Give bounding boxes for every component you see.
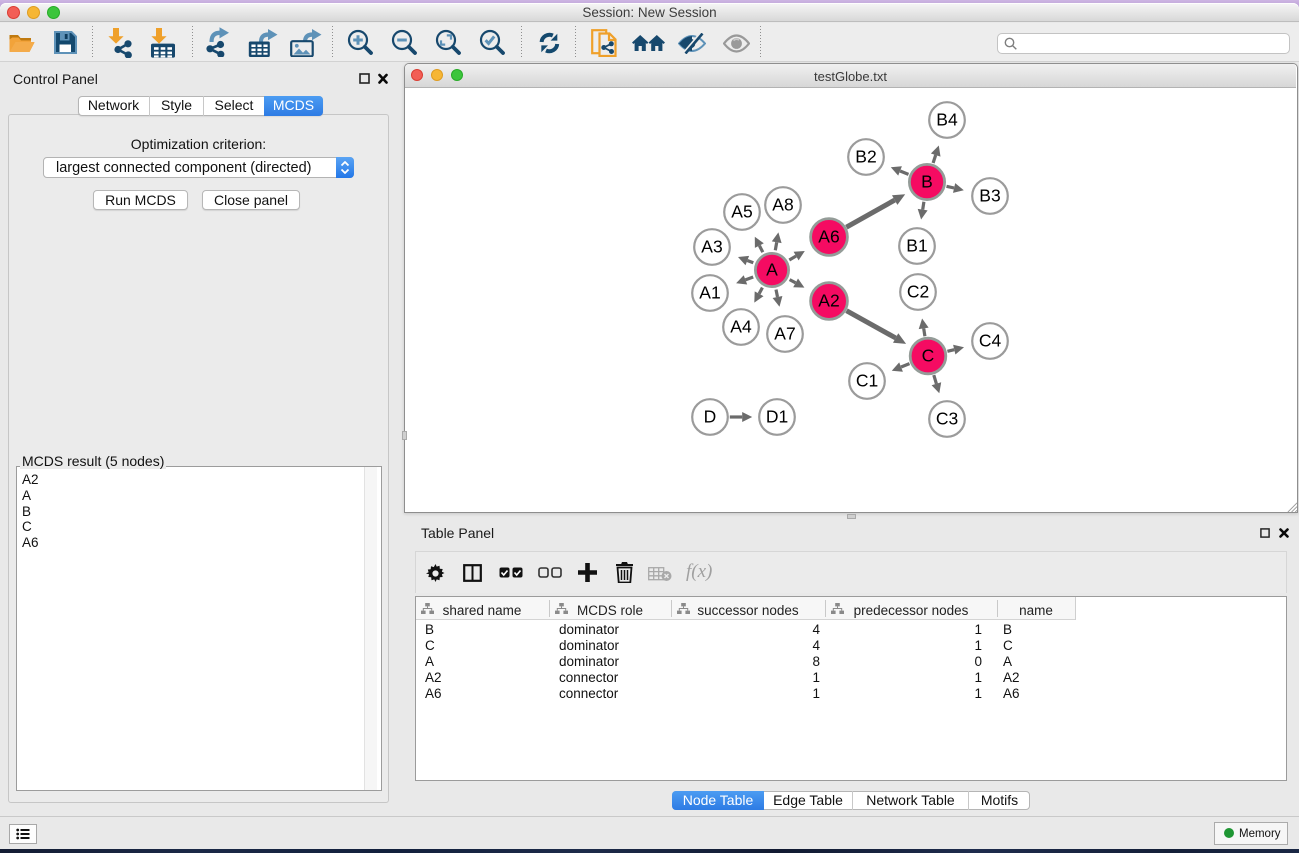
svg-text:C: C (922, 346, 935, 366)
svg-text:A5: A5 (731, 202, 752, 222)
svg-text:B: B (921, 172, 933, 192)
svg-text:C2: C2 (907, 282, 929, 302)
svg-text:B2: B2 (855, 147, 876, 167)
svg-text:C4: C4 (979, 331, 1002, 351)
svg-text:B4: B4 (936, 110, 958, 130)
svg-text:B1: B1 (906, 236, 927, 256)
svg-text:C1: C1 (856, 371, 878, 391)
svg-text:D: D (704, 407, 717, 427)
svg-text:A8: A8 (772, 195, 793, 215)
svg-text:B3: B3 (979, 186, 1000, 206)
svg-text:A: A (766, 260, 778, 280)
svg-text:A7: A7 (774, 324, 795, 344)
svg-text:A1: A1 (699, 283, 720, 303)
svg-text:A3: A3 (701, 237, 722, 257)
svg-text:A2: A2 (818, 291, 839, 311)
svg-text:C3: C3 (936, 409, 958, 429)
svg-text:D1: D1 (766, 407, 788, 427)
svg-text:A6: A6 (818, 227, 839, 247)
svg-text:A4: A4 (730, 317, 752, 337)
